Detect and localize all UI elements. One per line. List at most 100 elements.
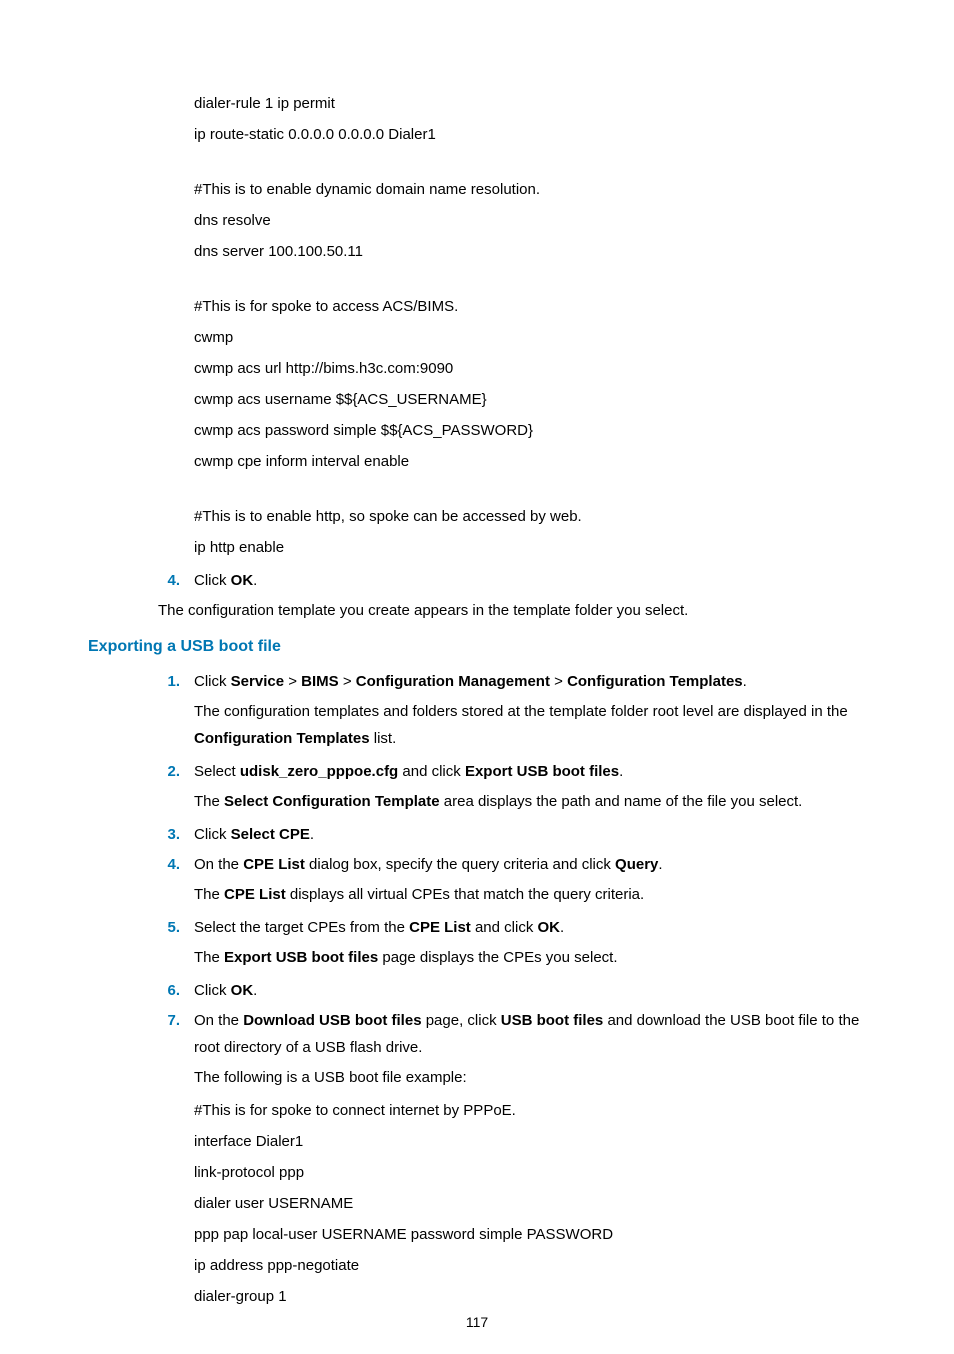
text: > (550, 673, 567, 690)
text: . (310, 826, 314, 843)
bold-text: Download USB boot files (243, 1012, 421, 1029)
step-body: On the CPE List dialog box, specify the … (194, 851, 866, 878)
text: On the (194, 856, 243, 873)
text: The (194, 949, 224, 966)
step-number: 4. (154, 851, 194, 878)
code-block-3: #This is for spoke to access ACS/BIMS. c… (194, 293, 866, 475)
bold-text: OK (538, 919, 561, 936)
code-line: cwmp (194, 324, 866, 351)
code-line: dialer-rule 1 ip permit (194, 90, 866, 117)
text: Click (194, 982, 231, 999)
text: dialog box, specify the query criteria a… (305, 856, 615, 873)
text: page, click (422, 1012, 501, 1029)
step-number: 5. (154, 914, 194, 941)
export-step-2: 2. Select udisk_zero_pppoe.cfg and click… (88, 758, 866, 785)
bold-text: CPE List (243, 856, 305, 873)
text: . (619, 763, 623, 780)
step-body: Click OK. (194, 977, 866, 1004)
export-step-6: 6. Click OK. (88, 977, 866, 1004)
code-block-4: #This is to enable http, so spoke can be… (194, 503, 866, 561)
text: The (194, 793, 224, 810)
text: page displays the CPEs you select. (378, 949, 617, 966)
code-line: #This is to enable dynamic domain name r… (194, 176, 866, 203)
step-4-result: The configuration template you create ap… (158, 597, 866, 624)
bold-text: Service (231, 673, 284, 690)
text: . (658, 856, 662, 873)
code-line: cwmp acs password simple $${ACS_PASSWORD… (194, 417, 866, 444)
export-step-1: 1. Click Service > BIMS > Configuration … (88, 668, 866, 695)
text: On the (194, 1012, 243, 1029)
bold-text: OK (231, 572, 254, 589)
export-step-2-sub: The Select Configuration Template area d… (194, 788, 866, 815)
code-line: ppp pap local-user USERNAME password sim… (194, 1221, 866, 1248)
export-step-4: 4. On the CPE List dialog box, specify t… (88, 851, 866, 878)
text: Click (194, 826, 231, 843)
code-line: ip http enable (194, 534, 866, 561)
text: . (253, 572, 257, 589)
bold-text: Configuration Templates (194, 730, 370, 747)
bold-text: CPE List (224, 886, 286, 903)
step-number: 1. (154, 668, 194, 695)
text: Click (194, 572, 231, 589)
step-body: On the Download USB boot files page, cli… (194, 1007, 866, 1061)
text: Click (194, 673, 231, 690)
step-number: 3. (154, 821, 194, 848)
export-step-7: 7. On the Download USB boot files page, … (88, 1007, 866, 1061)
export-step-5-sub: The Export USB boot files page displays … (194, 944, 866, 971)
text: area displays the path and name of the f… (440, 793, 803, 810)
text: . (743, 673, 747, 690)
bold-text: BIMS (301, 673, 339, 690)
export-step-3: 3. Click Select CPE. (88, 821, 866, 848)
text: > (339, 673, 356, 690)
step-body: Select the target CPEs from the CPE List… (194, 914, 866, 941)
export-step-7-sub2: The following is a USB boot file example… (194, 1064, 866, 1091)
bold-text: Export USB boot files (224, 949, 378, 966)
page-number: 117 (0, 1314, 954, 1330)
text: . (560, 919, 564, 936)
export-step-7-code: #This is for spoke to connect internet b… (194, 1097, 866, 1310)
code-line: cwmp acs url http://bims.h3c.com:9090 (194, 355, 866, 382)
step-number: 4. (154, 567, 194, 594)
bold-text: USB boot files (501, 1012, 604, 1029)
text: list. (370, 730, 397, 747)
page: dialer-rule 1 ip permit ip route-static … (0, 0, 954, 1354)
code-line: #This is for spoke to access ACS/BIMS. (194, 293, 866, 320)
code-line: dns resolve (194, 207, 866, 234)
bold-text: Configuration Templates (567, 673, 743, 690)
step-body: Click Select CPE. (194, 821, 866, 848)
bold-text: CPE List (409, 919, 471, 936)
code-block-1: dialer-rule 1 ip permit ip route-static … (194, 90, 866, 148)
bold-text: udisk_zero_pppoe.cfg (240, 763, 398, 780)
bold-text: Configuration Management (356, 673, 550, 690)
text: . (253, 982, 257, 999)
export-step-4-sub: The CPE List displays all virtual CPEs t… (194, 881, 866, 908)
bold-text: Export USB boot files (465, 763, 619, 780)
bold-text: OK (231, 982, 254, 999)
code-line: dns server 100.100.50.11 (194, 238, 866, 265)
step-number: 6. (154, 977, 194, 1004)
bold-text: Select Configuration Template (224, 793, 440, 810)
code-line: link-protocol ppp (194, 1159, 866, 1186)
text: and click (471, 919, 538, 936)
code-line: dialer-group 1 (194, 1283, 866, 1310)
code-line: #This is for spoke to connect internet b… (194, 1097, 866, 1124)
code-line: cwmp acs username $${ACS_USERNAME} (194, 386, 866, 413)
text: displays all virtual CPEs that match the… (286, 886, 644, 903)
code-line: interface Dialer1 (194, 1128, 866, 1155)
code-line: ip route-static 0.0.0.0 0.0.0.0 Dialer1 (194, 121, 866, 148)
text: The (194, 886, 224, 903)
step-body: Click Service > BIMS > Configuration Man… (194, 668, 866, 695)
code-line: dialer user USERNAME (194, 1190, 866, 1217)
step-4: 4. Click OK. (88, 567, 866, 594)
step-number: 7. (154, 1007, 194, 1061)
section-heading-exporting: Exporting a USB boot file (88, 638, 866, 656)
step-number: 2. (154, 758, 194, 785)
bold-text: Select CPE (231, 826, 310, 843)
text: and click (398, 763, 465, 780)
text: The configuration templates and folders … (194, 703, 848, 720)
code-line: ip address ppp-negotiate (194, 1252, 866, 1279)
code-line: cwmp cpe inform interval enable (194, 448, 866, 475)
step-body: Select udisk_zero_pppoe.cfg and click Ex… (194, 758, 866, 785)
code-block-2: #This is to enable dynamic domain name r… (194, 176, 866, 265)
code-line: #This is to enable http, so spoke can be… (194, 503, 866, 530)
